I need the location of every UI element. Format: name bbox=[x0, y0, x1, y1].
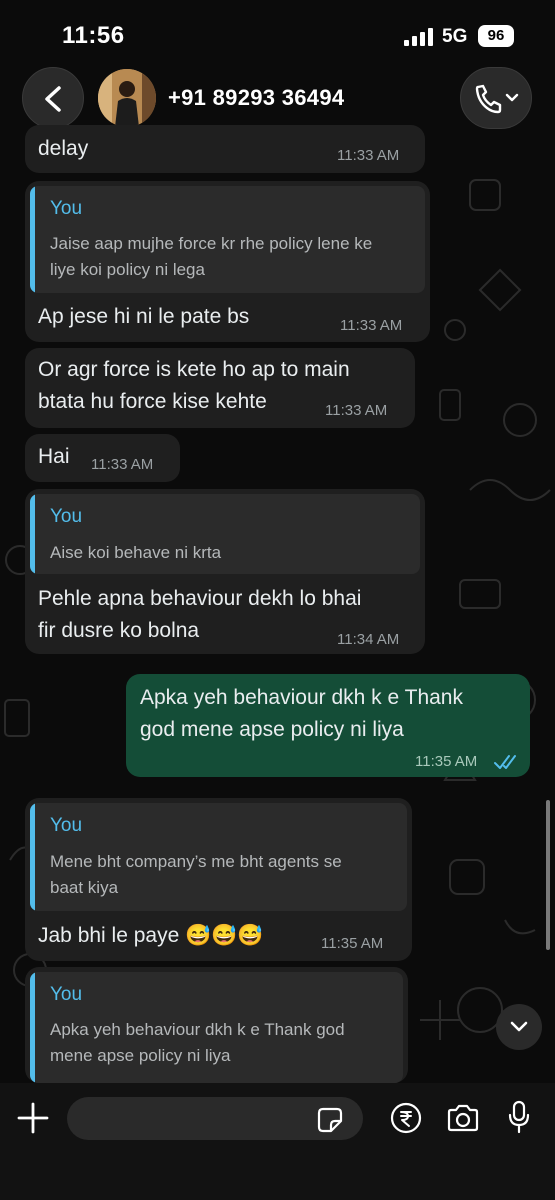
avatar[interactable] bbox=[98, 69, 156, 127]
message-time: 11:33 AM bbox=[340, 317, 403, 334]
message-bubble[interactable]: You Mene bht company’s me bht agents se … bbox=[25, 798, 412, 961]
status-time: 11:56 bbox=[62, 22, 125, 49]
quote-author: You bbox=[50, 506, 83, 527]
message-bubble[interactable]: Or agr force is kete ho ap to main btata… bbox=[25, 348, 415, 428]
message-text-line: Or agr force is kete ho ap to main bbox=[38, 358, 350, 381]
message-time: 11:34 AM bbox=[337, 631, 400, 648]
sticker-icon[interactable] bbox=[317, 1107, 343, 1133]
quote-text-line: Apka yeh behaviour dkh k e Thank god bbox=[50, 1020, 345, 1039]
outgoing-message-bubble[interactable]: Apka yeh behaviour dkh k e Thank god men… bbox=[126, 674, 530, 777]
scroll-to-bottom-button[interactable] bbox=[496, 1004, 542, 1050]
battery-indicator: 96 bbox=[478, 25, 514, 47]
message-text-line: btata hu force kise kehte bbox=[38, 390, 267, 413]
quote-text-line: Aise koi behave ni krta bbox=[50, 543, 222, 562]
signal-icon bbox=[404, 28, 433, 46]
message-time: 11:33 AM bbox=[325, 402, 388, 419]
camera-icon[interactable] bbox=[446, 1104, 480, 1132]
chevron-down-icon bbox=[510, 1021, 528, 1032]
message-text: Hai bbox=[38, 445, 70, 468]
quote-text-line: Jaise aap mujhe force kr rhe policy lene… bbox=[50, 234, 373, 253]
quoted-message[interactable]: You Mene bht company’s me bht agents se … bbox=[30, 803, 407, 911]
quote-author: You bbox=[50, 815, 83, 836]
quoted-message[interactable]: You Apka yeh behaviour dkh k e Thank god… bbox=[30, 972, 403, 1083]
quote-author: You bbox=[50, 984, 83, 1005]
quote-author: You bbox=[50, 198, 83, 219]
message-bubble[interactable]: delay 11:33 AM bbox=[25, 125, 425, 173]
message-text-line: god mene apse policy ni liya bbox=[140, 718, 404, 741]
back-icon bbox=[45, 86, 61, 112]
quote-text-line: baat kiya bbox=[50, 878, 119, 897]
message-text: delay bbox=[38, 137, 89, 160]
network-label: 5G bbox=[442, 26, 468, 47]
message-text-line: Apka yeh behaviour dkh k e Thank bbox=[140, 686, 463, 709]
quoted-message[interactable]: You Jaise aap mujhe force kr rhe policy … bbox=[30, 186, 425, 293]
message-bubble[interactable]: You Jaise aap mujhe force kr rhe policy … bbox=[25, 181, 430, 342]
message-text-line: fir dusre ko bolna bbox=[38, 619, 200, 642]
message-bubble[interactable]: Hai 11:33 AM bbox=[25, 434, 180, 482]
plus-icon[interactable] bbox=[16, 1101, 50, 1135]
contact-name[interactable]: +91 89293 36494 bbox=[168, 85, 344, 111]
message-time: 11:35 AM bbox=[415, 753, 478, 770]
quoted-message[interactable]: You Aise koi behave ni krta bbox=[30, 494, 420, 574]
status-bar: 11:56 5G 96 bbox=[0, 0, 555, 60]
message-time: 11:33 AM bbox=[91, 456, 154, 473]
rupee-icon[interactable] bbox=[390, 1102, 422, 1134]
scrollbar[interactable] bbox=[546, 800, 550, 950]
message-bubble[interactable]: You Apka yeh behaviour dkh k e Thank god… bbox=[25, 967, 408, 1083]
avatar-image bbox=[98, 69, 156, 127]
quote-text-line: Mene bht company’s me bht agents se bbox=[50, 852, 342, 871]
phone-icon bbox=[475, 84, 519, 114]
input-bar bbox=[0, 1083, 555, 1200]
read-receipt-icon bbox=[494, 755, 516, 769]
call-button[interactable] bbox=[460, 67, 532, 129]
back-button[interactable] bbox=[22, 67, 84, 129]
message-time: 11:35 AM bbox=[321, 935, 384, 952]
mic-icon[interactable] bbox=[507, 1100, 531, 1134]
message-time: 11:33 AM bbox=[337, 147, 400, 164]
quote-text-line: liye koi policy ni lega bbox=[50, 260, 205, 279]
message-text: Jab bhi le paye 😅😅😅 bbox=[38, 924, 264, 947]
message-text: Ap jese hi ni le pate bs bbox=[38, 305, 250, 328]
message-bubble[interactable]: You Aise koi behave ni krta Pehle apna b… bbox=[25, 489, 425, 654]
message-text-line: Pehle apna behaviour dekh lo bhai bbox=[38, 587, 362, 610]
quote-text-line: mene apse policy ni liya bbox=[50, 1046, 231, 1065]
